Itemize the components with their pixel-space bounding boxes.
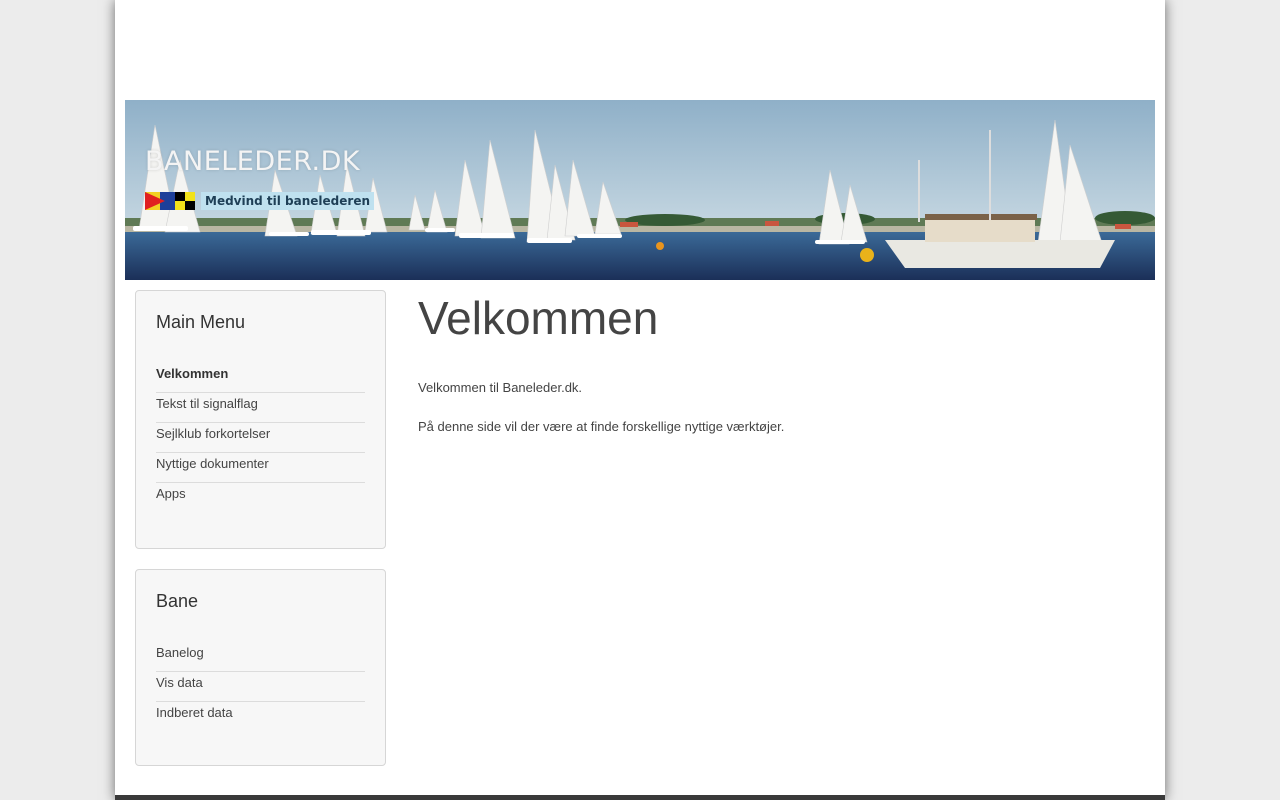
menu-item-label[interactable]: Velkommen bbox=[156, 363, 365, 385]
description-paragraph: På denne side vil der være at finde fors… bbox=[418, 419, 785, 434]
page-container: BANELEDER.DK Medvind til banelederen Mai… bbox=[115, 0, 1165, 800]
footer-bar bbox=[115, 795, 1165, 800]
signal-flag-k-icon bbox=[145, 192, 175, 210]
menu-item-vis-data[interactable]: Vis data bbox=[156, 672, 365, 702]
menu-item-label[interactable]: Sejlklub forkortelser bbox=[156, 423, 365, 445]
menu-item-label[interactable]: Apps bbox=[156, 483, 365, 505]
menu-item-label[interactable]: Vis data bbox=[156, 672, 365, 694]
menu-item-label[interactable]: Nyttige dokumenter bbox=[156, 453, 365, 475]
intro-paragraph: Velkommen til Baneleder.dk. bbox=[418, 380, 583, 395]
main-menu-list: Velkommen Tekst til signalflag Sejlklub … bbox=[156, 363, 365, 513]
site-logo-strip: Medvind til banelederen bbox=[145, 192, 375, 210]
menu-item-indberet-data[interactable]: Indberet data bbox=[156, 702, 365, 732]
main-content: Velkommen Velkommen til Baneleder.dk. På… bbox=[418, 291, 1118, 436]
menu-item-tekst-til-signalflag[interactable]: Tekst til signalflag bbox=[156, 393, 365, 423]
menu-item-label[interactable]: Indberet data bbox=[156, 702, 365, 724]
menu-item-nyttige-dokumenter[interactable]: Nyttige dokumenter bbox=[156, 453, 365, 483]
menu-item-label[interactable]: Tekst til signalflag bbox=[156, 393, 365, 415]
site-tagline: Medvind til banelederen bbox=[201, 192, 375, 210]
bane-menu-title: Bane bbox=[156, 591, 199, 611]
main-menu-module: Main Menu Velkommen Tekst til signalflag… bbox=[135, 290, 386, 549]
site-logo-title[interactable]: BANELEDER.DK bbox=[145, 146, 360, 177]
bane-menu-list: Banelog Vis data Indberet data bbox=[156, 642, 365, 732]
menu-item-apps[interactable]: Apps bbox=[156, 483, 365, 513]
bane-menu-module: Bane Banelog Vis data Indberet data bbox=[135, 569, 386, 766]
menu-item-sejlklub-forkortelser[interactable]: Sejlklub forkortelser bbox=[156, 423, 365, 453]
header-banner: BANELEDER.DK Medvind til banelederen bbox=[125, 100, 1155, 280]
menu-item-velkommen[interactable]: Velkommen bbox=[156, 363, 365, 393]
signal-flag-l-icon bbox=[175, 192, 195, 210]
main-menu-title: Main Menu bbox=[156, 312, 246, 332]
menu-item-label[interactable]: Banelog bbox=[156, 642, 365, 664]
menu-item-banelog[interactable]: Banelog bbox=[156, 642, 365, 672]
banner-photo bbox=[125, 100, 1155, 280]
page-title: Velkommen bbox=[418, 292, 659, 344]
